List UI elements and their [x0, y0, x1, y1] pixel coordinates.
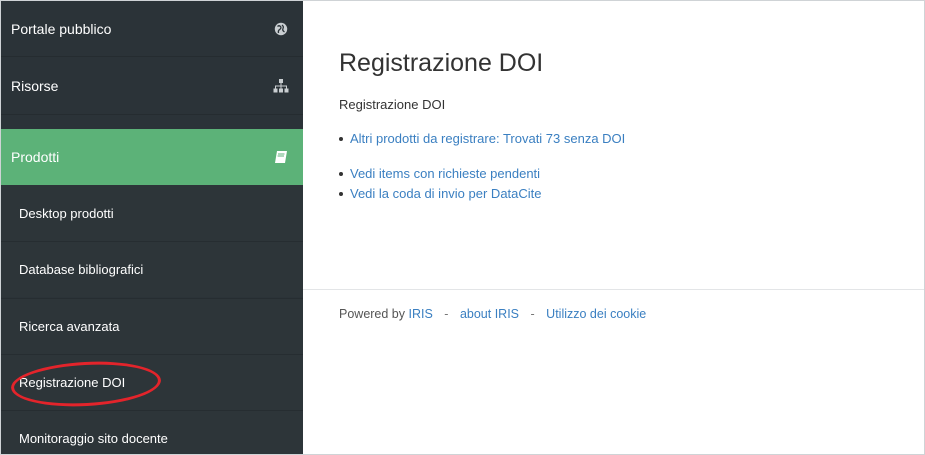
sidebar-subitem-desktop-prodotti[interactable]: Desktop prodotti [1, 185, 303, 241]
sidebar-item-risorse[interactable]: Risorse [1, 57, 303, 115]
sidebar-item-label: Ricerca avanzata [19, 319, 120, 334]
datacite-queue-link[interactable]: Vedi la coda di invio per DataCite [350, 184, 542, 204]
sidebar-item-label: Risorse [11, 77, 59, 94]
link-list: Vedi items con richieste pendenti Vedi l… [339, 164, 542, 204]
list-item: Vedi items con richieste pendenti [339, 164, 542, 184]
sidebar-subitem-ricerca-avanzata[interactable]: Ricerca avanzata [1, 298, 303, 354]
window: Portale pubblico Risorse Prodotti Deskto… [0, 0, 925, 455]
sidebar-subitem-registrazione-doi[interactable]: Registrazione DOI [1, 354, 303, 410]
sidebar-subitem-monitoraggio-sito-docente[interactable]: Monitoraggio sito docente [1, 410, 303, 454]
bullet-icon [339, 172, 343, 176]
footer-divider [303, 289, 924, 290]
sidebar-item-label: Desktop prodotti [19, 205, 114, 221]
footer-separator: - [444, 307, 449, 321]
bullet-icon [339, 192, 343, 196]
about-iris-link[interactable]: about IRIS [460, 307, 519, 321]
sidebar-subitem-database-bibliografici[interactable]: Database bibliografici [1, 241, 303, 297]
unregistered-products-link[interactable]: Altri prodotti da registrare: Trovati 73… [350, 129, 625, 149]
sidebar-item-label: Monitoraggio sito docente [19, 431, 168, 446]
page-subtitle: Registrazione DOI [339, 97, 446, 112]
sidebar: Portale pubblico Risorse Prodotti Deskto… [1, 1, 303, 454]
list-item: Vedi la coda di invio per DataCite [339, 184, 542, 204]
main-content: Registrazione DOI Registrazione DOI Altr… [303, 1, 924, 454]
list-item: Altri prodotti da registrare: Trovati 73… [339, 129, 625, 149]
footer: Powered by IRIS - about IRIS - Utilizzo … [339, 307, 646, 321]
bullet-icon [339, 137, 343, 141]
sidebar-item-label: Database bibliografici [19, 262, 144, 277]
footer-separator: - [530, 307, 535, 321]
sidebar-item-label: Prodotti [11, 149, 60, 165]
sidebar-item-label: Registrazione DOI [19, 375, 126, 390]
powered-by-text: Powered by [339, 307, 406, 321]
sitemap-icon [273, 78, 289, 94]
page-title: Registrazione DOI [339, 49, 544, 77]
link-list: Altri prodotti da registrare: Trovati 73… [339, 129, 625, 149]
cookie-policy-link[interactable]: Utilizzo dei cookie [546, 307, 646, 321]
pending-requests-link[interactable]: Vedi items con richieste pendenti [350, 164, 540, 184]
iris-link[interactable]: IRIS [409, 307, 433, 321]
book-icon [273, 149, 289, 165]
sidebar-item-prodotti[interactable]: Prodotti [1, 129, 303, 185]
globe-icon [273, 21, 289, 37]
sidebar-item-portale-pubblico[interactable]: Portale pubblico [1, 1, 303, 57]
sidebar-item-label: Portale pubblico [11, 20, 112, 37]
